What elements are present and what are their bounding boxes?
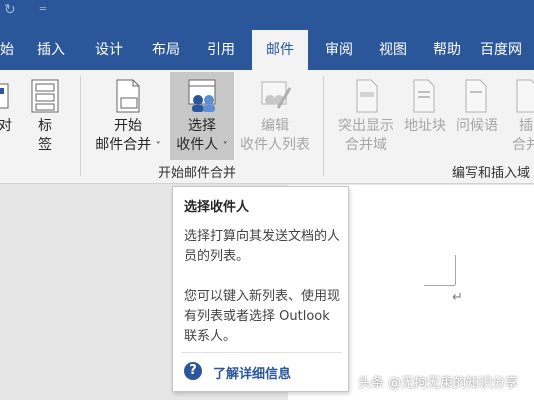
select-recipients-button[interactable]: 选择 收件人 ˅ (170, 72, 234, 160)
tab-baidu[interactable]: 百度网 (480, 30, 534, 70)
chevron-down-icon: ˅ (222, 141, 228, 152)
customize-qat-icon[interactable]: ═ (40, 4, 46, 15)
start-merge-label-1: 开始 (114, 118, 142, 134)
tab-layout[interactable]: 布局 (139, 30, 193, 70)
envelopes-button[interactable]: 对 (0, 78, 16, 136)
highlight-label-2: 合并域 (345, 137, 387, 153)
document-icon (116, 79, 140, 113)
greeting-line-button[interactable]: 问候语 (452, 78, 502, 136)
insert-merge-field-button[interactable]: 插 合并 (506, 78, 534, 155)
tooltip-body: 选择打算向其发送文档的人员的列表。 您可以键入新列表、使用现有列表或者选择 Ou… (184, 227, 344, 367)
learn-more-link[interactable]: 了解详细信息 (213, 363, 291, 382)
group-separator (80, 76, 81, 176)
labels-label-1: 标 (38, 118, 52, 134)
envelopes-label: 对 (0, 118, 12, 134)
margin-corner-mark (455, 255, 456, 285)
tab-home[interactable]: 始 (0, 30, 16, 70)
chevron-down-icon: ˅ (155, 141, 161, 152)
tab-view[interactable]: 视图 (366, 30, 420, 70)
select-recipients-tooltip: 选择收件人 选择打算向其发送文档的人员的列表。 您可以键入新列表、使用现有列表或… (172, 186, 349, 392)
highlight-merge-fields-button[interactable]: 突出显示 合并域 (334, 78, 398, 155)
address-block-label: 地址块 (404, 118, 446, 134)
edit-recipients-label-1: 编辑 (261, 118, 289, 134)
paragraph-mark-icon: ↵ (452, 290, 463, 305)
tab-design[interactable]: 设计 (82, 30, 136, 70)
start-mail-merge-button[interactable]: 开始 邮件合并 ˅ (90, 78, 166, 156)
select-recipients-label-2: 收件人 (176, 137, 219, 153)
select-recipients-icon (188, 79, 216, 112)
envelope-icon (0, 83, 9, 109)
tooltip-title: 选择收件人 (184, 200, 250, 215)
insert-field-label-2: 合并 (512, 137, 534, 153)
edit-recipients-label-2: 收件人列表 (240, 137, 310, 153)
ribbon-tab-bar: 始 插入 设计 布局 引用 邮件 审阅 视图 帮助 百度网 (0, 30, 534, 70)
insert-field-label-1: 插 (519, 118, 533, 134)
greeting-line-icon (465, 79, 487, 113)
group-label-start-merge: 开始邮件合并 (158, 166, 237, 181)
tab-review[interactable]: 审阅 (312, 30, 366, 70)
insert-field-icon (516, 79, 534, 113)
ribbon-mailings: 对 标 签 开始 邮件合并 ˅ 选择 收件人 ˅ 编辑 收件人列表 突出显示 合… (0, 70, 534, 184)
labels-icon (31, 79, 59, 113)
help-icon[interactable]: ? (184, 362, 202, 380)
tab-insert[interactable]: 插入 (24, 30, 78, 70)
tooltip-paragraph-2: 您可以键入新列表、使用现有列表或者选择 Outlook 联系人。 (184, 289, 341, 344)
tab-mailings[interactable]: 邮件 (252, 30, 308, 70)
address-block-button[interactable]: 地址块 (400, 78, 450, 136)
watermark-text: 头条 @无拘无束的知识分享 (358, 376, 519, 391)
greeting-line-label: 问候语 (456, 118, 498, 134)
tooltip-paragraph-1: 选择打算向其发送文档的人员的列表。 (184, 229, 341, 264)
labels-label-2: 签 (38, 137, 52, 153)
start-merge-label-2: 邮件合并 (95, 137, 152, 153)
redo-icon[interactable]: ↻ (4, 2, 16, 18)
edit-list-icon (261, 81, 292, 109)
group-separator (323, 76, 324, 176)
highlight-label-1: 突出显示 (338, 118, 394, 134)
select-recipients-label-1: 选择 (188, 118, 216, 134)
highlight-fields-icon (356, 79, 378, 113)
title-bar: ↻ ═ (0, 0, 534, 30)
labels-button[interactable]: 标 签 (28, 78, 62, 155)
address-block-icon (413, 79, 435, 113)
margin-corner-mark (424, 285, 455, 286)
tab-references[interactable]: 引用 (194, 30, 248, 70)
tab-help[interactable]: 帮助 (420, 30, 474, 70)
tooltip-divider (181, 352, 342, 353)
edit-recipient-list-button[interactable]: 编辑 收件人列表 (236, 78, 314, 155)
group-label-write-insert: 编写和插入域 (452, 166, 531, 181)
